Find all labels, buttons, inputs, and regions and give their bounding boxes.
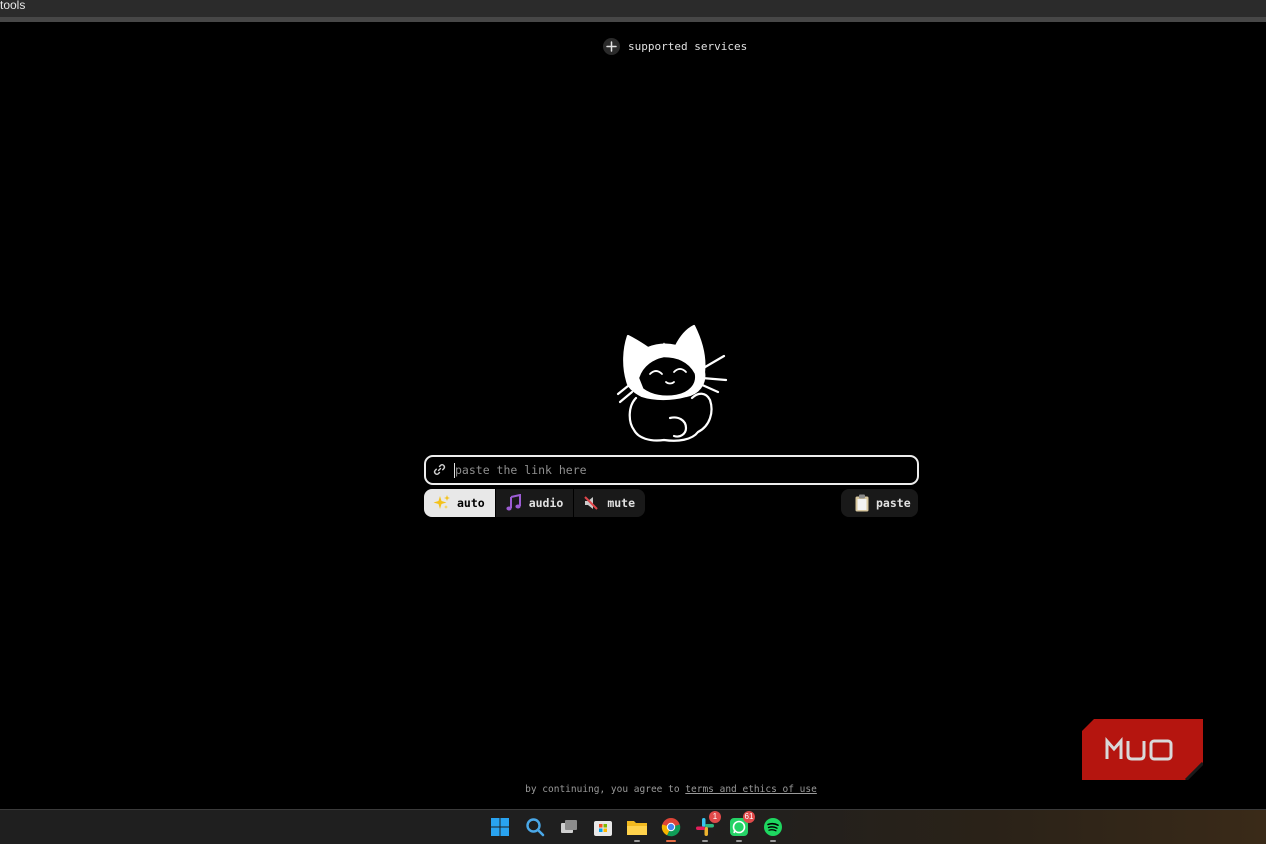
supported-services-button[interactable]: supported services	[603, 37, 747, 55]
running-indicator	[770, 840, 776, 842]
task-view-icon[interactable]	[558, 816, 580, 838]
windows-start-icon[interactable]	[489, 816, 511, 838]
terms-prefix: by continuing, you agree to	[525, 784, 680, 795]
windows-taskbar: 1 61	[0, 809, 1266, 844]
muo-watermark-logo	[1082, 719, 1203, 780]
clipboard-icon	[855, 494, 869, 512]
supported-services-label: supported services	[628, 39, 748, 53]
music-note-icon	[505, 494, 523, 512]
mode-auto-button[interactable]: auto	[424, 489, 496, 517]
paste-button-label: paste	[876, 496, 911, 510]
link-input[interactable]: paste the link here	[424, 455, 919, 485]
running-indicator	[634, 840, 640, 842]
link-icon	[433, 464, 446, 475]
running-indicator	[736, 840, 742, 842]
microsoft-store-icon[interactable]	[592, 816, 614, 838]
link-input-placeholder: paste the link here	[455, 463, 587, 477]
active-indicator	[666, 840, 676, 842]
whatsapp-badge: 61	[743, 811, 755, 823]
terms-notice: by continuing, you agree to terms and et…	[0, 784, 1266, 795]
cat-mascot-icon	[616, 324, 728, 442]
slack-badge: 1	[709, 811, 721, 823]
window-title: tools	[0, 0, 26, 12]
window-title-bar: tools	[0, 0, 1266, 17]
sparkles-icon	[433, 494, 451, 512]
muted-speaker-icon	[583, 494, 601, 512]
slack-icon[interactable]: 1	[694, 811, 721, 842]
file-explorer-icon[interactable]	[626, 816, 648, 842]
paste-button[interactable]: paste	[841, 489, 918, 517]
terms-link[interactable]: terms and ethics of use	[685, 784, 817, 795]
chrome-icon[interactable]	[660, 816, 682, 842]
running-indicator	[702, 840, 708, 842]
mode-mute-button[interactable]: mute	[574, 489, 645, 517]
mode-audio-label: audio	[528, 496, 564, 510]
download-mode-switcher: auto audio mute	[424, 489, 646, 517]
plus-icon	[603, 37, 620, 55]
search-icon[interactable]	[524, 816, 546, 838]
spotify-icon[interactable]	[762, 816, 784, 842]
mode-auto-label: auto	[457, 496, 485, 510]
toolbar-strip	[0, 17, 1266, 22]
whatsapp-icon[interactable]: 61	[728, 811, 755, 842]
mode-audio-button[interactable]: audio	[496, 489, 575, 517]
mode-mute-label: mute	[607, 496, 636, 510]
